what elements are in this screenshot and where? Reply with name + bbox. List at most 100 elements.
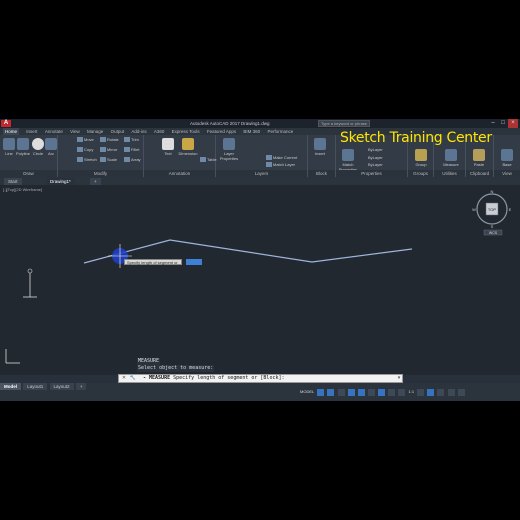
tab-annotate[interactable]: Annotate (45, 128, 63, 135)
watermark-text: Sketch Training Center (340, 130, 492, 146)
customize-icon[interactable]: 🔧 (129, 375, 137, 382)
tab-model[interactable]: Model (0, 383, 21, 390)
model-space-toggle[interactable]: MODEL (300, 389, 314, 396)
new-tab-button[interactable]: + (90, 178, 101, 185)
tab-bim360[interactable]: BIM 360 (243, 128, 260, 135)
customization-menu-icon[interactable] (457, 389, 465, 396)
ortho-toggle-icon[interactable] (337, 389, 345, 396)
tab-drawing1[interactable]: Drawing1* (46, 178, 75, 185)
block-panel-title[interactable]: Block (308, 170, 335, 177)
scale-button[interactable]: Scale (100, 157, 117, 163)
clipboard-panel-title[interactable]: Clipboard (466, 170, 493, 177)
layers-panel: Layer Properties Make Current Match Laye… (216, 135, 308, 177)
tab-manage[interactable]: Manage (87, 128, 103, 135)
clean-screen-icon[interactable] (447, 389, 455, 396)
mirror-button[interactable]: Mirror (100, 147, 117, 153)
tab-layout2[interactable]: Layout2 (49, 383, 74, 390)
draw-panel-title[interactable]: Draw (0, 170, 57, 177)
drawing-canvas[interactable]: TOP N S E W WCS (0, 185, 520, 375)
status-toggles: MODEL 1:1 (300, 389, 467, 397)
polar-toggle-icon[interactable] (347, 389, 355, 396)
layer-properties-button[interactable]: Layer Properties (218, 138, 240, 161)
close-command-line-icon[interactable]: ✕ (120, 375, 128, 382)
workspace-icon[interactable] (417, 389, 425, 396)
tab-layout1[interactable]: Layout1 (23, 383, 48, 390)
drawing-viewport[interactable]: [-][Top][2D Wireframe] TOP N S E W WCS S… (0, 185, 520, 375)
command-line[interactable]: ✕ 🔧 - MEASURE Specify length of segment … (118, 374, 403, 383)
tab-addins[interactable]: Add-ins (131, 128, 146, 135)
tab-home[interactable]: Home (3, 128, 20, 135)
move-button[interactable]: Move (77, 137, 94, 143)
tab-express-tools[interactable]: Express Tools (172, 128, 200, 135)
tab-featured-apps[interactable]: Featured Apps (207, 128, 236, 135)
snap-toggle-icon[interactable] (327, 389, 335, 396)
annotation-scale[interactable]: 1:1 (408, 389, 414, 396)
linetype-dropdown[interactable]: ByLayer (368, 155, 383, 160)
small-object (23, 268, 37, 298)
group-button[interactable]: Group (413, 149, 429, 167)
osnap-toggle-icon[interactable] (357, 389, 365, 396)
fillet-button[interactable]: Fillet (124, 147, 139, 153)
viewcube-west: W (472, 207, 476, 212)
trim-button[interactable]: Trim (124, 137, 139, 143)
viewcube-north: N (491, 189, 494, 194)
view-panel: Base View (494, 135, 520, 177)
modify-panel-title[interactable]: Modify (58, 170, 143, 177)
lineweight-toggle-icon[interactable] (378, 389, 386, 396)
annotation-panel-title[interactable]: Annotation (144, 170, 215, 177)
ucs-icon (5, 349, 20, 364)
tab-performance[interactable]: Performance (267, 128, 293, 135)
arc-button[interactable]: Arc (44, 138, 58, 156)
status-bar: Model Layout1 Layout2 + MODEL 1:1 (0, 383, 520, 401)
tab-a360[interactable]: A360 (154, 128, 165, 135)
measure-button[interactable]: Measure (441, 149, 461, 167)
isolate-objects-icon[interactable] (427, 389, 435, 396)
properties-panel-title[interactable]: Properties (336, 170, 407, 177)
utilities-panel-title[interactable]: Utilities (434, 170, 465, 177)
viewcube-east: E (509, 207, 512, 212)
tab-output[interactable]: Output (111, 128, 125, 135)
paste-button[interactable]: Paste (471, 149, 487, 167)
copy-button[interactable]: Copy (77, 147, 93, 153)
rotate-button[interactable]: Rotate (100, 137, 119, 143)
app-menu-button[interactable]: A (1, 120, 11, 127)
command-history-toggle-icon[interactable]: ▾ (395, 375, 403, 382)
lineweight-dropdown[interactable]: ByLayer (368, 162, 383, 167)
add-layout-button[interactable]: + (75, 383, 87, 390)
otrack-toggle-icon[interactable] (367, 389, 375, 396)
annotation-visibility-icon[interactable] (398, 389, 406, 396)
close-icon[interactable]: × (508, 119, 518, 128)
search-input[interactable]: Type a keyword or phrase (318, 120, 370, 127)
dimension-button[interactable]: Dimension (176, 138, 200, 156)
color-dropdown[interactable]: ByLayer (368, 147, 383, 152)
tab-insert[interactable]: Insert (26, 128, 37, 135)
table-button[interactable]: Table (200, 157, 217, 163)
command-prompt: - MEASURE Specify length of segment or [… (143, 375, 285, 382)
make-current-button[interactable]: Make Current (266, 155, 297, 161)
match-properties-button[interactable]: Match Properties (338, 149, 358, 172)
wcs-menu: WCS (489, 231, 498, 235)
maximize-icon[interactable]: □ (498, 119, 508, 128)
insert-block-button[interactable]: Insert (312, 138, 328, 156)
hardware-acceleration-icon[interactable] (437, 389, 445, 396)
base-view-button[interactable]: Base (499, 149, 515, 167)
minimize-icon[interactable]: – (488, 119, 498, 128)
match-layer-button[interactable]: Match Layer (266, 162, 295, 168)
view-panel-title[interactable]: View (494, 170, 520, 177)
array-button[interactable]: Array (124, 157, 141, 163)
layout-tabs: Model Layout1 Layout2 + (0, 383, 87, 390)
groups-panel-title[interactable]: Groups (408, 170, 433, 177)
grid-toggle-icon[interactable] (317, 389, 325, 396)
stretch-button[interactable]: Stretch (77, 157, 97, 163)
viewcube-icon: TOP N S E W WCS (472, 189, 512, 236)
autocad-window: A Autodesk AutoCAD 2017 Drawing1.dwg Typ… (0, 119, 520, 401)
tab-view[interactable]: View (70, 128, 80, 135)
layers-panel-title[interactable]: Layers (216, 170, 307, 177)
text-button[interactable]: Text (160, 138, 176, 156)
history-line: Select object to measure: (137, 365, 215, 372)
draw-panel: Line Polyline Circle Arc Draw (0, 135, 58, 177)
tab-start[interactable]: Start (4, 178, 22, 185)
transparency-toggle-icon[interactable] (388, 389, 396, 396)
dynamic-input-field[interactable] (186, 259, 202, 265)
command-history: MEASURE Select object to measure: (137, 358, 215, 372)
